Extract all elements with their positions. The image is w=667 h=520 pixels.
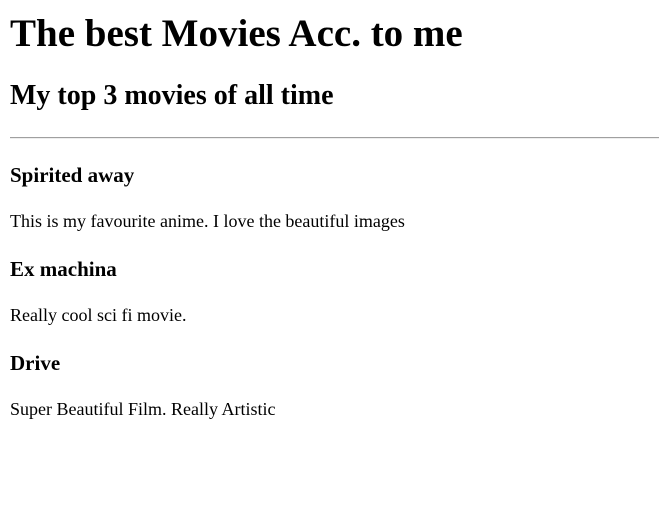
movie-title: Spirited away (10, 163, 135, 187)
page-title: The best Movies Acc. to me (10, 12, 463, 55)
movie-title: Drive (10, 351, 61, 375)
movie-description: Super Beautiful Film. Really Artistic (10, 399, 276, 419)
movie-title: Ex machina (10, 257, 117, 281)
page-subtitle: My top 3 movies of all time (10, 80, 334, 111)
movie-description: This is my favourite anime. I love the b… (10, 211, 405, 231)
movie-item-drive: Drive Super Beautiful Film. Really Artis… (10, 351, 659, 420)
movie-item-spirited-away: Spirited away This is my favourite anime… (10, 163, 659, 232)
movie-item-ex-machina: Ex machina Really cool sci fi movie. (10, 257, 659, 326)
divider (10, 137, 659, 139)
page-content: The best Movies Acc. to me My top 3 movi… (0, 12, 667, 420)
movie-description: Really cool sci fi movie. (10, 305, 187, 325)
